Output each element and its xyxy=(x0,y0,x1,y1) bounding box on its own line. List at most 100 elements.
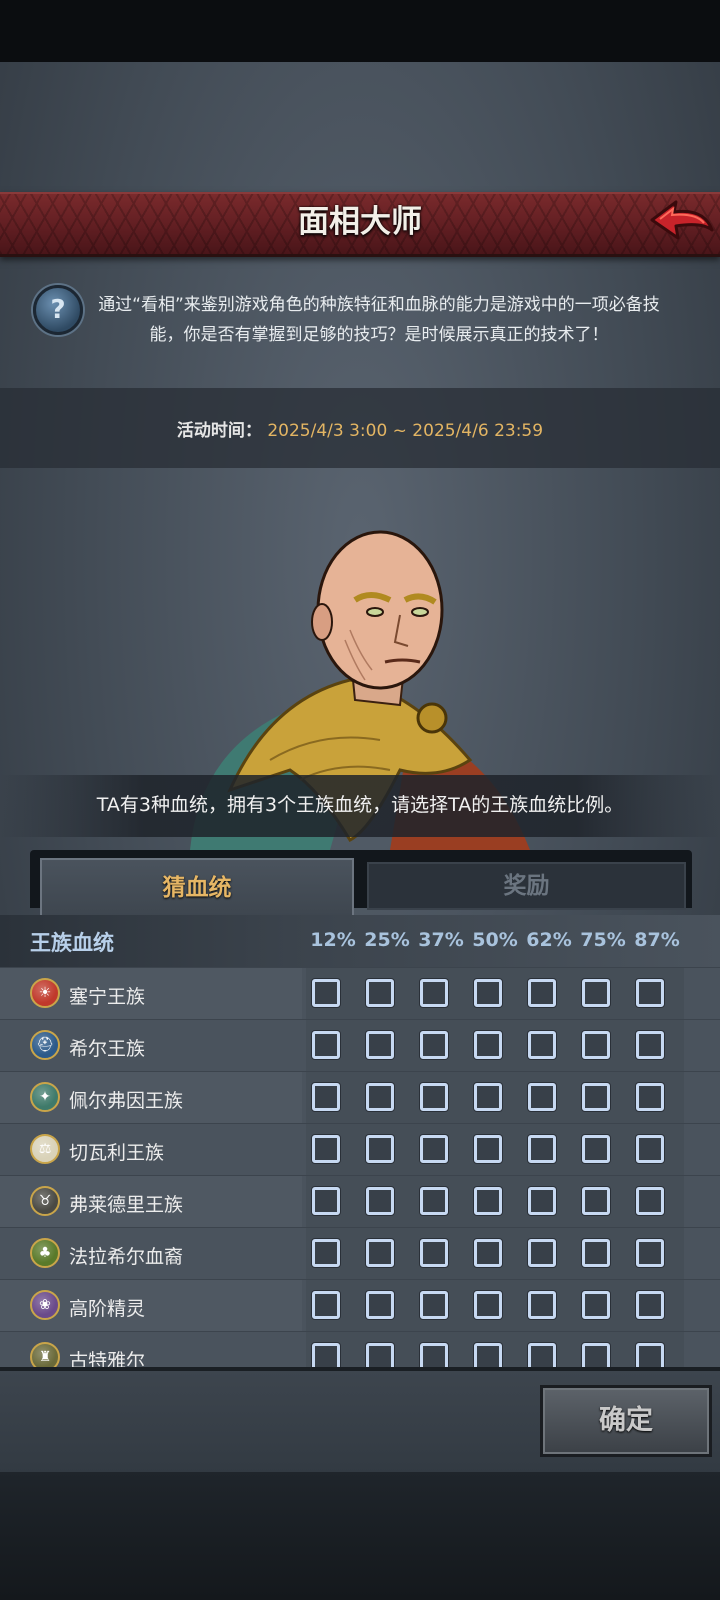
percentage-checkbox[interactable] xyxy=(636,1239,664,1267)
percentage-checkbox[interactable] xyxy=(366,1291,394,1319)
bloodline-row: ✦ 佩尔弗因王族 xyxy=(0,1071,720,1124)
pct-header: 62% xyxy=(526,929,572,951)
event-time: 活动时间： 2025/4/3 3:00 ~ 2025/4/6 23:59 xyxy=(0,416,720,441)
percentage-checkbox[interactable] xyxy=(312,1239,340,1267)
tab-rewards[interactable]: 奖励 xyxy=(367,862,686,910)
pct-header: 75% xyxy=(580,929,626,951)
confirm-button[interactable]: 确定 xyxy=(540,1385,712,1457)
bottom-shadow xyxy=(0,1472,720,1600)
pct-header: 37% xyxy=(418,929,464,951)
percentage-checkbox[interactable] xyxy=(582,1031,610,1059)
bloodline-name: 佩尔弗因王族 xyxy=(69,1090,184,1112)
bloodline-row-label: ♣ 法拉希尔血裔 xyxy=(0,1228,302,1279)
percentage-checkbox[interactable] xyxy=(636,1135,664,1163)
scales-emblem-icon: ⚖ xyxy=(30,1134,60,1164)
percentage-checkbox[interactable] xyxy=(582,1239,610,1267)
percentage-checkbox[interactable] xyxy=(420,1083,448,1111)
royal-bloodline-label: 王族血统 xyxy=(30,931,114,955)
percentage-checkbox[interactable] xyxy=(366,979,394,1007)
bloodline-row-label: ✦ 佩尔弗因王族 xyxy=(0,1072,302,1123)
bloodline-row: ♣ 法拉希尔血裔 xyxy=(0,1227,720,1280)
bloodline-row-label: ⚖ 切瓦利王族 xyxy=(0,1124,302,1175)
percentage-checkbox[interactable] xyxy=(312,1083,340,1111)
percentage-checkbox[interactable] xyxy=(528,1083,556,1111)
pct-header: 12% xyxy=(310,929,356,951)
bloodline-row-label: ❀ 高阶精灵 xyxy=(0,1280,302,1331)
bloodline-row: ♉ 弗莱德里王族 xyxy=(0,1175,720,1228)
elf-emblem-icon: ❀ xyxy=(30,1290,60,1320)
percentage-checkbox[interactable] xyxy=(420,1187,448,1215)
bloodline-row: ♜ 古特雅尔 xyxy=(0,1331,720,1367)
percentage-checkbox[interactable] xyxy=(420,1239,448,1267)
percentage-checkbox[interactable] xyxy=(582,1187,610,1215)
back-arrow-icon xyxy=(650,200,714,240)
percentage-checkbox[interactable] xyxy=(636,1187,664,1215)
bloodline-name: 切瓦利王族 xyxy=(69,1142,165,1164)
bloodline-name: 高阶精灵 xyxy=(69,1298,146,1320)
percentage-checkbox[interactable] xyxy=(582,979,610,1007)
tab-guess-bloodline[interactable]: 猜血统 xyxy=(40,858,354,916)
percentage-checkbox[interactable] xyxy=(366,1239,394,1267)
percentage-checkbox[interactable] xyxy=(528,1239,556,1267)
percentage-checkbox[interactable] xyxy=(474,1343,502,1367)
percentage-checkbox[interactable] xyxy=(636,1291,664,1319)
percentage-checkbox[interactable] xyxy=(582,1083,610,1111)
percentage-checkbox[interactable] xyxy=(528,979,556,1007)
bloodline-row-label: ♉ 弗莱德里王族 xyxy=(0,1176,302,1227)
back-button[interactable] xyxy=(646,196,716,246)
percentage-checkbox[interactable] xyxy=(312,1187,340,1215)
percentage-checkbox[interactable] xyxy=(582,1343,610,1367)
percentage-checkbox[interactable] xyxy=(474,1291,502,1319)
percentage-checkbox[interactable] xyxy=(528,1031,556,1059)
percentage-checkbox[interactable] xyxy=(366,1343,394,1367)
bloodline-name: 塞宁王族 xyxy=(69,986,146,1008)
percentage-checkbox[interactable] xyxy=(312,1343,340,1367)
percentage-checkbox[interactable] xyxy=(420,1135,448,1163)
percentage-checkbox[interactable] xyxy=(420,1031,448,1059)
percentage-checkbox[interactable] xyxy=(474,979,502,1007)
percentage-checkbox[interactable] xyxy=(420,979,448,1007)
percentage-checkbox[interactable] xyxy=(474,1031,502,1059)
sun-emblem-icon: ☀ xyxy=(30,978,60,1008)
percentage-checkbox[interactable] xyxy=(312,979,340,1007)
percentage-checkbox[interactable] xyxy=(366,1083,394,1111)
percentage-checkbox[interactable] xyxy=(420,1343,448,1367)
wolf-emblem-icon: ✦ xyxy=(30,1082,60,1112)
percentage-checkbox[interactable] xyxy=(636,1083,664,1111)
percentage-checkbox[interactable] xyxy=(312,1291,340,1319)
page-title: 面相大师 xyxy=(298,204,422,240)
pct-header: 87% xyxy=(634,929,680,951)
percentage-checkbox[interactable] xyxy=(366,1135,394,1163)
percentage-checkbox[interactable] xyxy=(474,1187,502,1215)
percentage-checkbox[interactable] xyxy=(312,1031,340,1059)
percentage-checkbox[interactable] xyxy=(312,1135,340,1163)
bloodline-name: 法拉希尔血裔 xyxy=(69,1246,184,1268)
bloodline-row-label: ☀ 塞宁王族 xyxy=(0,968,302,1019)
bloodline-row-label: ⛑ 希尔王族 xyxy=(0,1020,302,1071)
percentage-checkbox[interactable] xyxy=(474,1239,502,1267)
percentage-checkbox[interactable] xyxy=(528,1343,556,1367)
pct-header: 25% xyxy=(364,929,410,951)
bloodline-name: 希尔王族 xyxy=(69,1038,146,1060)
percentage-checkbox[interactable] xyxy=(636,1031,664,1059)
percentage-checkbox[interactable] xyxy=(528,1291,556,1319)
tree-emblem-icon: ♣ xyxy=(30,1238,60,1268)
percentage-checkbox[interactable] xyxy=(582,1291,610,1319)
bloodline-name: 弗莱德里王族 xyxy=(69,1194,184,1216)
percentage-checkbox[interactable] xyxy=(366,1031,394,1059)
bull-emblem-icon: ♉ xyxy=(30,1186,60,1216)
bloodline-grid: 王族血统 12% 25% 37% 50% 62% 75% 87% ☀ 塞宁王族 ⛑ 希… xyxy=(0,915,720,1367)
percentage-checkbox[interactable] xyxy=(474,1135,502,1163)
question-text: TA有3种血统，拥有3个王族血统，请选择TA的王族血统比例。 xyxy=(96,794,624,816)
percentage-checkbox[interactable] xyxy=(528,1135,556,1163)
grid-header: 王族血统 12% 25% 37% 50% 62% 75% 87% xyxy=(0,915,720,967)
percentage-checkbox[interactable] xyxy=(636,1343,664,1367)
question-icon[interactable]: ? xyxy=(33,285,83,335)
bloodline-row: ☀ 塞宁王族 xyxy=(0,967,720,1020)
percentage-checkbox[interactable] xyxy=(474,1083,502,1111)
percentage-checkbox[interactable] xyxy=(528,1187,556,1215)
percentage-checkbox[interactable] xyxy=(582,1135,610,1163)
percentage-checkbox[interactable] xyxy=(366,1187,394,1215)
percentage-checkbox[interactable] xyxy=(420,1291,448,1319)
percentage-checkbox[interactable] xyxy=(636,979,664,1007)
